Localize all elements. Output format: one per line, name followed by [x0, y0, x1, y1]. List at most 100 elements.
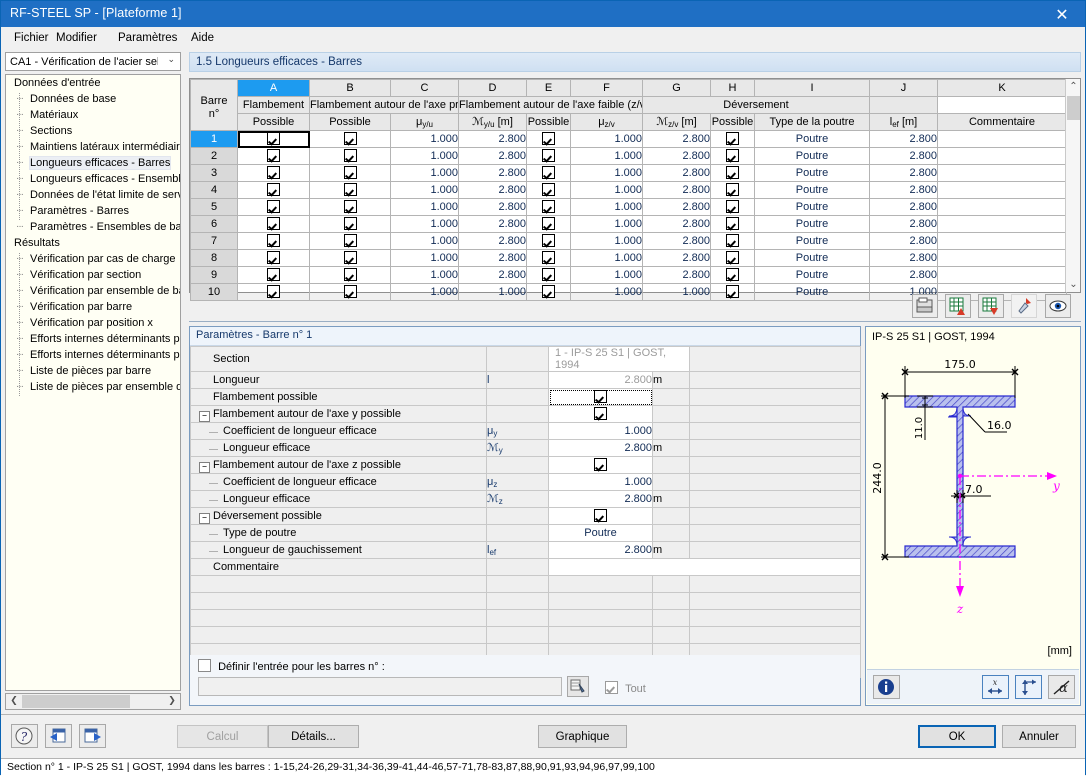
parameter-row[interactable]: Coefficient de longueur efficace μz 1.000: [190, 473, 861, 491]
cell-flambement-possible[interactable]: [237, 147, 310, 165]
column-header-E[interactable]: E: [526, 79, 571, 97]
checkbox-checked-icon[interactable]: [542, 251, 555, 264]
column-header-D[interactable]: D: [458, 79, 527, 97]
cell-lef[interactable]: 2.800: [869, 164, 938, 182]
cell-leff-y[interactable]: 2.800: [458, 130, 527, 148]
sidebar-item-mat-riaux[interactable]: ··· Matériaux: [6, 107, 180, 123]
effective-lengths-table[interactable]: Barre n° A B C D E F G H I J K Flambement Flambement a…: [189, 78, 1081, 301]
parameter-value[interactable]: 2.800: [548, 371, 653, 389]
row-number[interactable]: 9: [190, 266, 238, 284]
cell-flambement-z-possible[interactable]: [526, 249, 571, 267]
cell-flambement-possible[interactable]: [237, 164, 310, 182]
parameter-value[interactable]: 1.000: [548, 473, 653, 491]
cell-deversement-possible[interactable]: [710, 181, 755, 199]
checkbox-checked-icon[interactable]: [726, 200, 739, 213]
cell-lef[interactable]: 2.800: [869, 130, 938, 148]
cell-leff-z[interactable]: 2.800: [642, 266, 711, 284]
cell-beam-type[interactable]: Poutre: [754, 249, 870, 267]
checkbox-checked-icon[interactable]: [542, 132, 555, 145]
cell-mu-z[interactable]: 1.000: [570, 181, 643, 199]
cell-flambement-y-possible[interactable]: [309, 198, 391, 216]
cell-deversement-possible[interactable]: [710, 249, 755, 267]
checkbox-checked-icon[interactable]: [726, 149, 739, 162]
parameter-row[interactable]: Longueur l 2.800 m: [190, 371, 861, 389]
cell-flambement-possible[interactable]: [237, 130, 310, 148]
checkbox-checked-icon[interactable]: [542, 234, 555, 247]
help-icon[interactable]: ?: [11, 724, 38, 748]
checkbox-checked-icon[interactable]: [343, 149, 357, 162]
cell-deversement-possible[interactable]: [710, 147, 755, 165]
parameter-value[interactable]: 1.000: [548, 422, 653, 440]
view-icon[interactable]: [1045, 294, 1071, 318]
checkbox-checked-icon[interactable]: [267, 183, 280, 196]
cell-deversement-possible[interactable]: [710, 266, 755, 284]
cell-lef[interactable]: 2.800: [869, 232, 938, 250]
checkbox-checked-icon[interactable]: [542, 183, 555, 196]
checkbox-checked-icon[interactable]: [343, 200, 357, 213]
export-excel-up-icon[interactable]: [945, 294, 971, 318]
cell-lef[interactable]: 2.800: [869, 147, 938, 165]
sidebar-item-efforts-internes-d-terminants-p[interactable]: ··· Efforts internes déterminants p: [6, 331, 180, 347]
cell-leff-y[interactable]: 2.800: [458, 266, 527, 284]
column-header-F[interactable]: F: [570, 79, 643, 97]
sidebar-item-v-rification-par-section[interactable]: ··· Vérification par section: [6, 267, 180, 283]
column-header-B[interactable]: B: [309, 79, 391, 97]
dimension-x-icon[interactable]: x: [982, 675, 1009, 699]
sidebar-item-donn-es-de-l-tat-limite-de-serv[interactable]: ··· Données de l'état limite de serv: [6, 187, 180, 203]
cell-flambement-possible[interactable]: [237, 266, 310, 284]
cell-comment[interactable]: [937, 232, 1067, 250]
column-header-K[interactable]: K: [937, 79, 1067, 97]
cell-leff-z[interactable]: 2.800: [642, 249, 711, 267]
cell-mu-y[interactable]: 1.000: [390, 198, 459, 216]
cell-mu-z[interactable]: 1.000: [570, 249, 643, 267]
cell-lef[interactable]: 2.800: [869, 181, 938, 199]
cell-flambement-y-possible[interactable]: [309, 164, 391, 182]
cell-leff-z[interactable]: 2.800: [642, 232, 711, 250]
cell-mu-z[interactable]: 1.000: [570, 198, 643, 216]
cell-leff-z[interactable]: 2.800: [642, 198, 711, 216]
checkbox-checked-icon[interactable]: [343, 183, 357, 196]
sidebar-item-v-rification-par-cas-de-charge[interactable]: ··· Vérification par cas de charge: [6, 251, 180, 267]
sidebar-item-param-tres-ensembles-de-bar[interactable]: ··· Paramètres - Ensembles de bar: [6, 219, 180, 235]
checkbox-checked-icon[interactable]: [343, 132, 357, 145]
parameter-value[interactable]: 2.800: [548, 541, 653, 559]
column-header-C[interactable]: C: [390, 79, 459, 97]
checkbox-checked-icon[interactable]: [594, 390, 607, 403]
parameter-row[interactable]: Type de poutre Poutre: [190, 524, 861, 542]
cell-comment[interactable]: [937, 147, 1067, 165]
sidebar-item-donn-es-d-entr-e[interactable]: Données d'entrée: [6, 75, 180, 91]
row-number[interactable]: 6: [190, 215, 238, 233]
cell-mu-z[interactable]: 1.000: [570, 130, 643, 148]
row-number[interactable]: 7: [190, 232, 238, 250]
table-row[interactable]: 6 1.000 2.800 1.000 2.800 Poutre 2.800: [190, 215, 1067, 233]
parameter-value[interactable]: 1 - IP-S 25 S1 | GOST, 1994: [548, 346, 690, 372]
sidebar-item-maintiens-lat-raux-interm-diaires[interactable]: ··· Maintiens latéraux intermédiaires: [6, 139, 180, 155]
collapse-icon[interactable]: −: [199, 411, 210, 422]
checkbox-checked-icon[interactable]: [726, 268, 739, 281]
parameter-value[interactable]: 2.800: [548, 439, 653, 457]
checkbox-checked-icon[interactable]: [267, 132, 280, 145]
cell-comment[interactable]: [937, 181, 1067, 199]
cell-deversement-possible[interactable]: [710, 232, 755, 250]
sidebar-item-longueurs-efficaces-ensemble[interactable]: ··· Longueurs efficaces - Ensemble: [6, 171, 180, 187]
checkbox-checked-icon[interactable]: [726, 132, 739, 145]
close-icon[interactable]: ✕: [1039, 1, 1085, 27]
menu-item-modifier[interactable]: Modifier: [49, 30, 104, 46]
info-icon[interactable]: [873, 675, 900, 699]
parameter-value[interactable]: 2.800: [548, 490, 653, 508]
parameter-value[interactable]: [548, 388, 653, 406]
scroll-thumb[interactable]: [1067, 96, 1080, 120]
row-number[interactable]: 5: [190, 198, 238, 216]
column-header-G[interactable]: G: [642, 79, 711, 97]
checkbox-checked-icon[interactable]: [542, 268, 555, 281]
cell-mu-y[interactable]: 1.000: [390, 147, 459, 165]
previous-page-icon[interactable]: [45, 724, 72, 748]
checkbox-checked-icon[interactable]: [594, 407, 607, 420]
sidebar-item-liste-de-pi-ces-par-barre[interactable]: ··· Liste de pièces par barre: [6, 363, 180, 379]
cell-comment[interactable]: [937, 249, 1067, 267]
column-header-I[interactable]: I: [754, 79, 870, 97]
sidebar-item-v-rification-par-barre[interactable]: ··· Vérification par barre: [6, 299, 180, 315]
cell-flambement-z-possible[interactable]: [526, 181, 571, 199]
scroll-left-icon[interactable]: ❮: [7, 695, 21, 708]
table-row[interactable]: 2 1.000 2.800 1.000 2.800 Poutre 2.800: [190, 147, 1067, 165]
